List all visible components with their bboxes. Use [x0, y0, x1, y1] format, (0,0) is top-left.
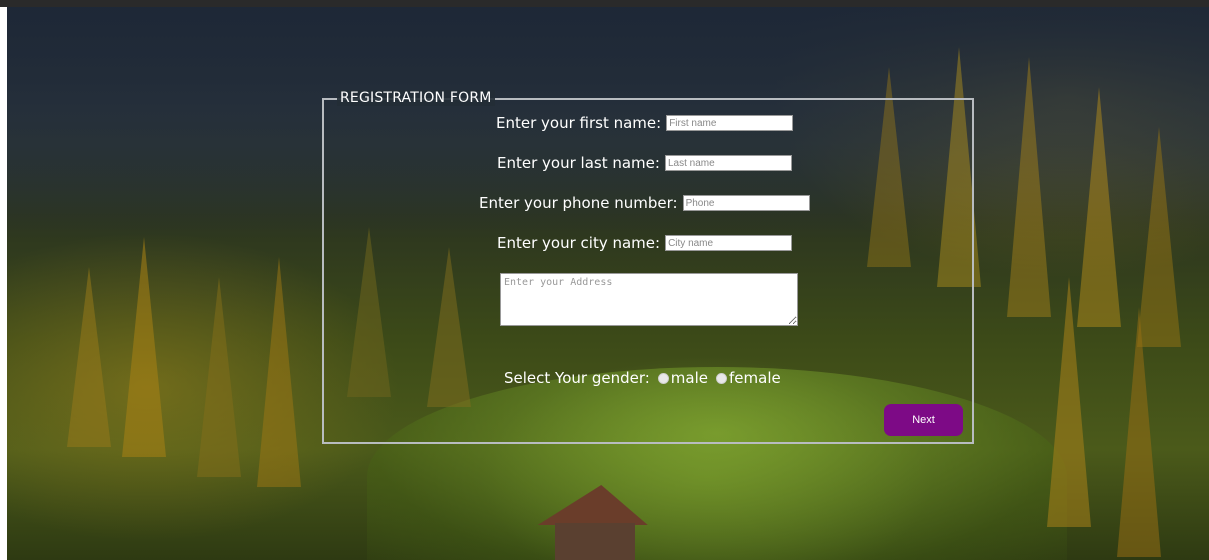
hut-roof	[537, 485, 657, 525]
last-name-label: Enter your last name:	[497, 154, 660, 172]
gender-row: Select Your gender: male female	[504, 369, 781, 387]
form-legend: REGISTRATION FORM	[337, 90, 495, 106]
tree	[1117, 307, 1161, 557]
first-name-row: Enter your first name:	[496, 114, 794, 132]
phone-row: Enter your phone number:	[479, 194, 810, 212]
hut	[555, 523, 635, 560]
male-option-label[interactable]: male	[671, 369, 708, 387]
last-name-row: Enter your last name:	[497, 154, 792, 172]
phone-label: Enter your phone number:	[479, 194, 678, 212]
city-row: Enter your city name:	[497, 234, 793, 252]
female-option-label[interactable]: female	[729, 369, 781, 387]
gender-label: Select Your gender:	[504, 369, 650, 387]
first-name-label: Enter your first name:	[496, 114, 662, 132]
tree	[122, 237, 166, 457]
city-input[interactable]	[665, 235, 793, 251]
phone-input[interactable]	[682, 195, 810, 211]
city-label: Enter your city name:	[497, 234, 661, 252]
top-bar	[0, 0, 1209, 7]
last-name-input[interactable]	[664, 155, 792, 171]
female-radio[interactable]	[716, 372, 727, 384]
tree	[257, 257, 301, 487]
tree	[67, 267, 111, 447]
tree	[1047, 277, 1091, 527]
tree	[197, 277, 241, 477]
registration-fieldset	[322, 98, 974, 444]
tree	[1007, 57, 1051, 317]
male-radio[interactable]	[657, 372, 669, 384]
address-textarea[interactable]	[500, 273, 798, 326]
page: REGISTRATION FORM Enter your first name:…	[0, 0, 1209, 560]
next-button[interactable]: Next	[884, 404, 963, 436]
first-name-input[interactable]	[666, 115, 794, 131]
